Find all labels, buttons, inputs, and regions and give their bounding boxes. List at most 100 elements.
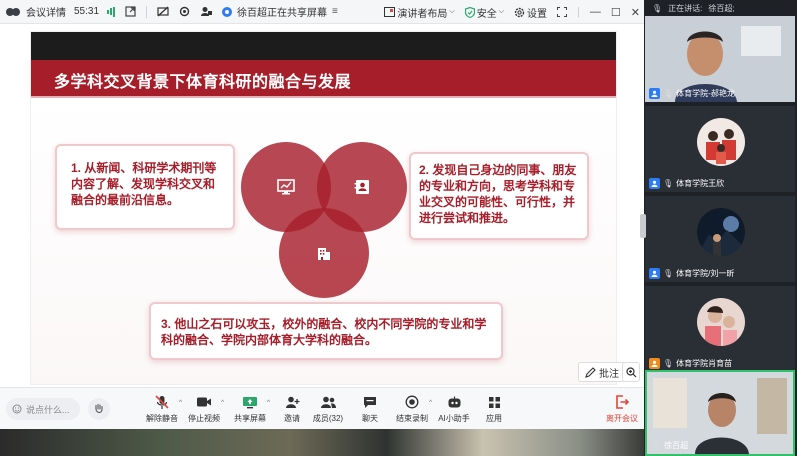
chevron-up-icon[interactable]: ^ <box>221 400 224 406</box>
slide-point-1: 1. 从新闻、科研学术期刊等内容了解、发现学科交叉和融合的最前沿信息。 <box>55 144 235 230</box>
shared-screen-area: 多学科交叉背景下体育科研的融合与发展 1. 从新闻、科研学术期刊等内容了解、发现… <box>0 24 644 387</box>
mic-muted-icon <box>155 394 169 409</box>
gear-icon <box>514 7 525 17</box>
stop-video-button[interactable]: 停止视频 ^ <box>182 394 226 426</box>
participant-tile-1[interactable]: 🎙 体育学院-郝艳龙 <box>645 16 795 102</box>
layout-icon <box>384 7 396 17</box>
settings-gear-icon[interactable] <box>179 6 190 17</box>
mic-muted-icon: 🎙 <box>663 178 674 188</box>
point-2-text: 2. 发现自己身边的同事、朋友的专业和方向，思考学科和专业交叉的可能性、可行性，… <box>419 163 577 225</box>
add-user-icon <box>285 396 299 408</box>
members-icon <box>320 396 336 408</box>
chat-placeholder: 说点什么... <box>26 404 70 415</box>
participant-name-tag: 🎙 体育学院/刘一昕 <box>649 267 734 279</box>
chat-bubble-icon <box>364 396 376 408</box>
participant-name-tag: 🎙 体育学院-郝艳龙 <box>649 87 735 99</box>
zoom-in-icon <box>625 366 636 377</box>
end-recording-button[interactable]: 结束录制 ^ <box>390 394 434 426</box>
venn-circle-institution <box>279 208 369 298</box>
apps-button[interactable]: 应用 <box>472 394 516 426</box>
participant-name-tag: 🎙 体育学院王欣 <box>649 177 724 189</box>
share-status-text: 徐百超正在共享屏幕 <box>237 8 328 19</box>
shield-icon <box>464 6 475 18</box>
unmute-button[interactable]: 解除静音 ^ <box>140 394 184 426</box>
participant-name: 体育学院肖育苗 <box>676 358 733 368</box>
point-3-text: 3. 他山之石可以攻玉，校外的融合、校内不同学院的专业和学科的融合、学院内部体育… <box>161 317 487 347</box>
user-manage-icon[interactable] <box>200 6 213 17</box>
monitor-chart-icon <box>277 179 295 195</box>
no-camera-icon[interactable] <box>157 6 169 17</box>
chevron-down-icon: ⌵ <box>498 8 505 15</box>
fullscreen-icon[interactable] <box>557 7 568 17</box>
contact-card-icon <box>354 180 369 194</box>
signal-strength-icon[interactable] <box>107 6 116 17</box>
mic-muted-icon: 🎙 <box>663 358 674 368</box>
members-button[interactable]: 成员(32) <box>306 394 350 426</box>
participant-name: 体育学院-郝艳龙 <box>676 88 735 98</box>
share-status-icon <box>222 6 233 17</box>
settings-button[interactable]: 设置 <box>514 5 547 20</box>
chevron-down-icon: ⌵ <box>449 8 455 15</box>
security-label: 安全 <box>476 8 497 20</box>
invite-label: 邀请 <box>284 414 300 423</box>
slide-top-band <box>31 32 616 60</box>
leave-meeting-button[interactable]: 离开会议 <box>600 394 644 426</box>
participant-tile-4[interactable]: 🎙 体育学院肖育苗 <box>645 286 795 372</box>
apps-label: 应用 <box>486 414 502 423</box>
ai-robot-icon <box>448 396 460 407</box>
share-screen-label: 共享屏幕 <box>234 414 266 423</box>
participant-name-tag: 🎙 徐百超 <box>651 439 688 451</box>
ai-assistant-label: AI小助手 <box>438 414 470 423</box>
mic-muted-icon: 🎙 <box>663 268 674 278</box>
annotate-button[interactable]: 批注 <box>578 362 626 382</box>
meeting-topbar: 会议详情 55:31 徐百超正在共享屏幕 ≡ 演讲者布局 ⌵ 安全 ⌵ 设置 |… <box>0 0 644 24</box>
panel-collapse-handle[interactable] <box>640 214 646 238</box>
security-button[interactable]: 安全 ⌵ <box>464 5 505 20</box>
raise-hand-button[interactable] <box>88 398 110 420</box>
speaking-name: 徐百超; <box>708 3 735 13</box>
slide-title: 多学科交叉背景下体育科研的融合与发展 <box>54 74 352 91</box>
stop-video-label: 停止视频 <box>188 414 220 423</box>
share-screen-icon <box>243 396 257 408</box>
record-icon <box>405 395 419 409</box>
speaking-label: 正在讲话: <box>668 3 703 13</box>
annotate-label: 批注 <box>599 368 619 380</box>
video-camera-icon <box>197 397 211 407</box>
pen-icon <box>585 366 596 378</box>
slide-point-3: 3. 他山之石可以攻玉，校外的融合、校内不同学院的专业和学科的融合、学院内部体育… <box>149 302 503 360</box>
settings-label: 设置 <box>527 8 548 20</box>
participant-tile-3[interactable]: 🎙 体育学院/刘一昕 <box>645 196 795 282</box>
participant-name: 体育学院/刘一昕 <box>676 268 735 278</box>
maximize-icon[interactable]: ☐ <box>611 6 621 19</box>
leave-meeting-label: 离开会议 <box>606 414 638 423</box>
meeting-timer: 55:31 <box>74 6 100 17</box>
chat-quick-input[interactable]: 说点什么... <box>6 398 80 420</box>
participant-avatar <box>697 298 745 346</box>
meeting-details-button[interactable]: 会议详情 <box>26 4 66 19</box>
screen-share-status[interactable]: 徐百超正在共享屏幕 ≡ <box>222 4 338 19</box>
ai-assistant-button[interactable]: AI小助手 <box>432 394 476 426</box>
apps-grid-icon <box>488 396 500 408</box>
fullscreen-exit-icon[interactable] <box>125 6 136 17</box>
members-label: 成员(32) <box>312 414 344 423</box>
participant-tile-2[interactable]: 🎙 体育学院王欣 <box>645 106 795 192</box>
zoom-in-button[interactable] <box>622 362 640 382</box>
desktop-background-strip <box>0 429 644 456</box>
mic-active-icon: 🎙 <box>651 440 662 450</box>
user-badge-icon <box>649 177 660 189</box>
point-1-text: 1. 从新闻、科研学术期刊等内容了解、发现学科交叉和融合的最前沿信息。 <box>71 161 217 207</box>
minimize-icon[interactable]: — <box>590 6 601 18</box>
menu-lines-icon[interactable]: ≡ <box>332 6 338 17</box>
user-badge-icon <box>649 267 660 279</box>
close-icon[interactable]: ✕ <box>631 6 640 19</box>
user-badge-icon <box>649 87 660 99</box>
participant-panel: 🎙 正在讲话: 徐百超; 🎙 体育学院-郝艳龙 🎙 体育学院王欣 🎙 体育学院/… <box>644 0 797 456</box>
slide-point-2: 2. 发现自己身边的同事、朋友的专业和方向，思考学科和专业交叉的可能性、可行性，… <box>409 152 589 240</box>
participant-name: 徐百超 <box>664 440 689 450</box>
presenter-layout-button[interactable]: 演讲者布局 ⌵ <box>384 5 455 20</box>
emoji-icon <box>12 404 22 414</box>
participant-tile-active-speaker[interactable]: 🎙 徐百超 <box>645 370 795 456</box>
chat-button[interactable]: 聊天 <box>348 394 392 426</box>
share-screen-button[interactable]: 共享屏幕 ^ <box>228 394 272 426</box>
presenter-layout-label: 演讲者布局 <box>397 8 448 20</box>
